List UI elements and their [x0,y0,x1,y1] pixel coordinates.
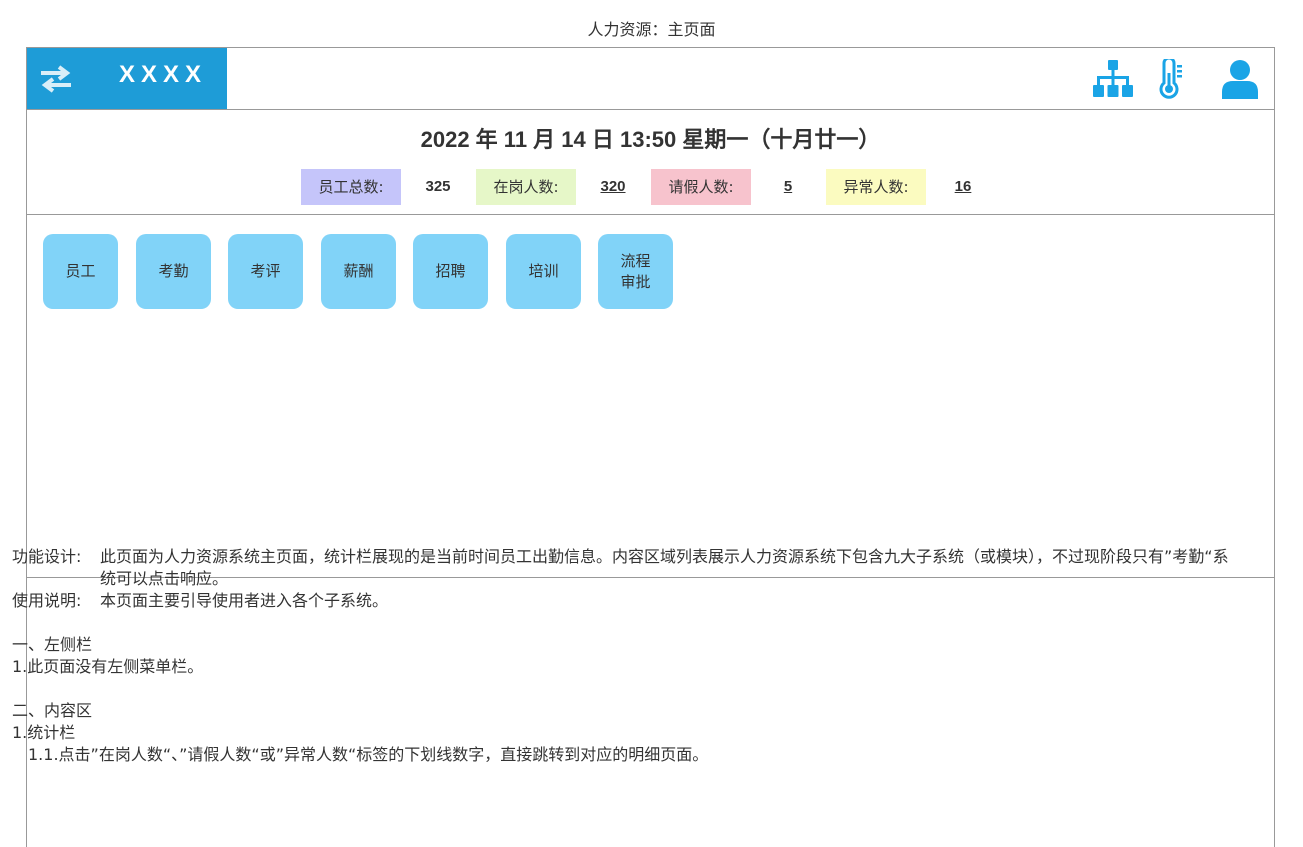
stat-value-leave[interactable]: 5 [763,169,813,205]
module-workflow-approval[interactable]: 流程 审批 [598,234,673,309]
org-chart-icon[interactable] [1093,59,1133,99]
thermometer-icon[interactable] [1155,59,1185,99]
notes-section-2-item-1: 1.统计栏 [12,723,76,742]
notes-section-1-item-1: 1.此页面没有左侧菜单栏。 [12,657,204,676]
swap-arrows-icon[interactable] [39,64,73,94]
stat-label-total: 员工总数: [301,169,401,205]
notes-design-row: 功能设计: 此页面为人力资源系统主页面，统计栏展现的是当前时间员工出勤信息。内容… [12,546,1240,590]
stat-label-on-duty: 在岗人数: [476,169,576,205]
notes-section-2-title: 二、内容区 [12,701,93,720]
notes-design-value: 此页面为人力资源系统主页面，统计栏展现的是当前时间员工出勤信息。内容区域列表展示… [100,547,1229,588]
stat-label-abnormal: 异常人数: [826,169,926,205]
current-datetime: 2022 年 11 月 14 日 13:50 星期一（十月廿一） [420,127,881,152]
notes-design-key: 功能设计: [12,547,82,566]
module-area: 员工 考勤 考评 薪酬 招聘 培训 流程 审批 [27,215,1274,578]
user-icon[interactable] [1221,59,1259,99]
header-bar: XXXX [27,48,1274,110]
stat-value-total: 325 [425,178,451,195]
notes-usage-value: 本页面主要引导使用者进入各个子系统。 [100,591,389,610]
module-employee[interactable]: 员工 [43,234,118,309]
notes-section-1-title: 一、左侧栏 [12,635,93,654]
module-evaluation[interactable]: 考评 [228,234,303,309]
notes-usage-row: 使用说明: 本页面主要引导使用者进入各个子系统。 [12,590,1240,612]
page-title: 人力资源：主页面 [587,20,716,39]
module-recruitment[interactable]: 招聘 [413,234,488,309]
notes-usage-key: 使用说明: [12,591,82,610]
brand-block: XXXX [27,48,227,109]
notes-section-2-item-1-1: 1.1.点击”在岗人数“、”请假人数“或”异常人数“标签的下划线数字，直接跳转到… [28,745,709,764]
brand-name: XXXX [119,61,208,88]
stat-value-on-duty[interactable]: 320 [588,169,638,205]
stat-value-abnormal[interactable]: 16 [938,169,988,205]
design-notes: 功能设计: 此页面为人力资源系统主页面，统计栏展现的是当前时间员工出勤信息。内容… [12,546,1240,766]
statistics-bar: 2022 年 11 月 14 日 13:50 星期一（十月廿一） 员工总数: 3… [27,110,1274,215]
module-attendance[interactable]: 考勤 [136,234,211,309]
module-training[interactable]: 培训 [506,234,581,309]
stat-label-leave: 请假人数: [651,169,751,205]
module-salary[interactable]: 薪酬 [321,234,396,309]
